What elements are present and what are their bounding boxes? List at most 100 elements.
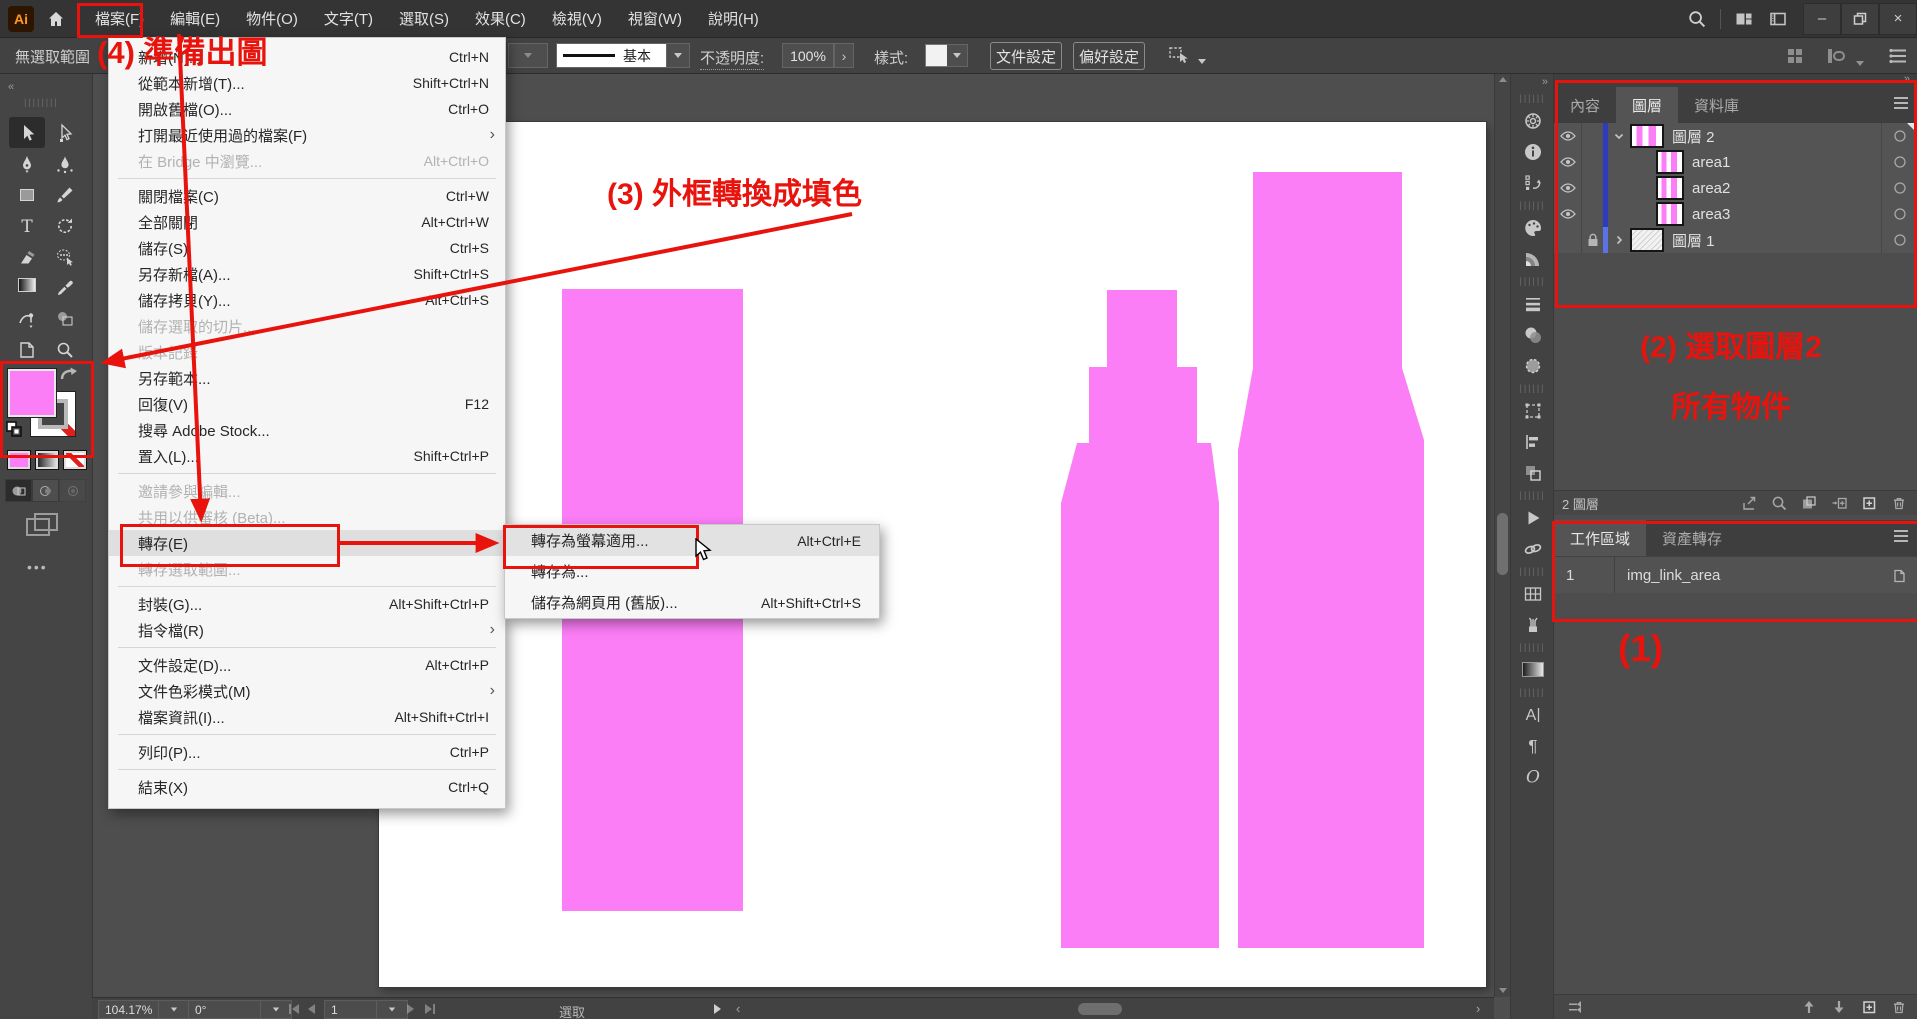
draw-normal-button[interactable]	[5, 479, 32, 502]
default-fill-stroke-icon[interactable]	[5, 420, 23, 438]
file-menu-item[interactable]: 列印(P)...Ctrl+P	[109, 739, 505, 765]
pen-tool[interactable]	[9, 148, 45, 179]
layer-row-area1[interactable]: area1	[1554, 149, 1917, 176]
transform-panel-icon[interactable]	[1511, 395, 1554, 426]
first-artboard-icon[interactable]	[288, 1004, 300, 1014]
minimize-button[interactable]: –	[1803, 3, 1841, 35]
layer-name[interactable]: 圖層 2	[1672, 126, 1715, 147]
properties-panel-icon[interactable]	[1511, 105, 1554, 136]
pathfinder-panel-panel-icon[interactable]	[1511, 457, 1554, 488]
menubar-item-1[interactable]: 檔案(F)	[82, 0, 157, 37]
scroll-up-icon[interactable]	[1499, 77, 1507, 82]
menubar-item-7[interactable]: 檢視(V)	[539, 0, 615, 37]
artboards-panel-menu-icon[interactable]	[1892, 528, 1910, 544]
collapse-panel-icon[interactable]: «	[8, 81, 14, 93]
appearance-panel-icon[interactable]	[1511, 350, 1554, 381]
dock-group-handle[interactable]: ||||||	[1511, 640, 1554, 654]
dock-group-handle[interactable]: ||||||	[1511, 564, 1554, 578]
file-menu-item[interactable]: 結束(X)Ctrl+Q	[109, 774, 505, 800]
shaper-tool[interactable]	[47, 241, 83, 272]
move-down-icon[interactable]	[1824, 998, 1854, 1016]
file-menu-item[interactable]: 關閉檔案(C)Ctrl+W	[109, 183, 505, 209]
new-artboard-icon[interactable]	[1854, 998, 1884, 1016]
menubar-item-8[interactable]: 視窗(W)	[615, 0, 695, 37]
menubar-item-6[interactable]: 效果(C)	[462, 0, 539, 37]
make-clipping-mask-icon[interactable]	[1794, 494, 1824, 512]
file-menu-item[interactable]: 轉存(E)›	[109, 530, 505, 556]
menubar-item-9[interactable]: 說明(H)	[695, 0, 772, 37]
target-circle-icon[interactable]	[1881, 149, 1917, 175]
layers-panel-menu-icon[interactable]	[1892, 95, 1910, 111]
next-artboard-icon[interactable]	[406, 1004, 416, 1014]
file-menu-item[interactable]: 從範本新增(T)...Shift+Ctrl+N	[109, 70, 505, 96]
tab-工作區域[interactable]: 工作區域	[1554, 520, 1646, 556]
layer-name[interactable]: area1	[1692, 154, 1730, 171]
preferences-button[interactable]: 偏好設定	[1073, 42, 1145, 70]
vertical-scroll-thumb[interactable]	[1497, 513, 1508, 575]
shape-builder-tool[interactable]	[47, 303, 83, 334]
zoom-tool[interactable]	[47, 334, 83, 365]
rectangle-tool[interactable]	[9, 179, 45, 210]
selection-tool[interactable]	[9, 117, 45, 148]
color-mode-button[interactable]	[7, 450, 31, 470]
close-button[interactable]: ×	[1879, 3, 1917, 35]
opacity-stepper[interactable]: ›	[834, 43, 854, 68]
status-expand-icon[interactable]	[712, 1004, 722, 1014]
character-panel-icon[interactable]: A	[1511, 699, 1554, 730]
menubar-item-2[interactable]: 編輯(E)	[157, 0, 233, 37]
file-menu-item[interactable]: 檔案資訊(I)...Alt+Shift+Ctrl+I	[109, 704, 505, 730]
actions-panel-icon[interactable]	[1511, 502, 1554, 533]
visibility-toggle[interactable]	[1554, 175, 1582, 201]
delete-icon[interactable]	[1884, 998, 1914, 1016]
type-tool[interactable]: T	[9, 210, 45, 241]
gradient-mode-button[interactable]	[35, 450, 59, 470]
expand-dock-icon[interactable]: »	[1511, 73, 1554, 91]
lock-toggle[interactable]	[1582, 149, 1603, 175]
zoom-chevron[interactable]	[158, 1000, 190, 1019]
info-panel-icon[interactable]	[1511, 136, 1554, 167]
dock-group-handle[interactable]: ||||||	[1511, 274, 1554, 288]
search-icon[interactable]	[1680, 5, 1714, 33]
opacity-value-field[interactable]: 100%	[782, 43, 834, 68]
opentype-panel-icon[interactable]: O	[1511, 761, 1554, 792]
hscroll-left-icon[interactable]: ‹	[736, 1001, 740, 1016]
dock-group-handle[interactable]: ||||||	[1511, 488, 1554, 502]
layer-name[interactable]: area2	[1692, 180, 1730, 197]
file-menu-item[interactable]: 儲存(S)Ctrl+S	[109, 235, 505, 261]
prev-artboard-icon[interactable]	[306, 1004, 316, 1014]
layer-row-area3[interactable]: area3	[1554, 201, 1917, 228]
rearrange-icon[interactable]	[1560, 998, 1590, 1016]
eraser-tool[interactable]	[9, 241, 45, 272]
stroke-panel-icon[interactable]	[1511, 288, 1554, 319]
collect-for-export-icon[interactable]	[1734, 494, 1764, 512]
color-panel-icon[interactable]	[1511, 212, 1554, 243]
style-dropdown-chevron[interactable]	[947, 44, 968, 67]
file-menu-item[interactable]: 儲存拷貝(Y)...Alt+Ctrl+S	[109, 287, 505, 313]
menubar-item-4[interactable]: 文字(T)	[311, 0, 386, 37]
scroll-down-icon[interactable]	[1499, 988, 1507, 993]
artboard-name[interactable]: img_link_area	[1615, 567, 1720, 584]
file-menu-item[interactable]: 封裝(G)...Alt+Shift+Ctrl+P	[109, 591, 505, 617]
visibility-toggle[interactable]	[1554, 123, 1582, 149]
chevron-right-icon[interactable]	[1608, 233, 1630, 247]
rotate-tool[interactable]	[47, 210, 83, 241]
layer-row-圖層 1[interactable]: 圖層 1	[1554, 227, 1917, 254]
lock-toggle[interactable]	[1582, 227, 1603, 253]
file-menu-item[interactable]: 開啟舊檔(O)...Ctrl+O	[109, 96, 505, 122]
app-logo-icon[interactable]: Ai	[8, 6, 34, 32]
brush-dropdown-chevron[interactable]	[666, 43, 690, 68]
panel-drag-handle[interactable]: ||||||||	[24, 97, 59, 107]
vertical-scrollbar[interactable]	[1494, 73, 1511, 997]
new-layer-icon[interactable]	[1854, 494, 1884, 512]
export-submenu-item[interactable]: 轉存為...	[505, 556, 879, 587]
workspace-switcher-icon[interactable]	[1727, 5, 1761, 33]
new-sublayer-icon[interactable]	[1824, 494, 1854, 512]
horizontal-scroll-thumb[interactable]	[1078, 1003, 1122, 1015]
tab-圖層[interactable]: 圖層	[1616, 87, 1678, 123]
color-guide-panel-icon[interactable]	[1511, 243, 1554, 274]
artboard-chevron[interactable]	[376, 1000, 408, 1019]
visibility-toggle[interactable]	[1554, 149, 1582, 175]
delete-icon[interactable]	[1884, 494, 1914, 512]
file-menu-item[interactable]: 另存範本...	[109, 365, 505, 391]
dock-group-handle[interactable]: ||||||	[1511, 381, 1554, 395]
